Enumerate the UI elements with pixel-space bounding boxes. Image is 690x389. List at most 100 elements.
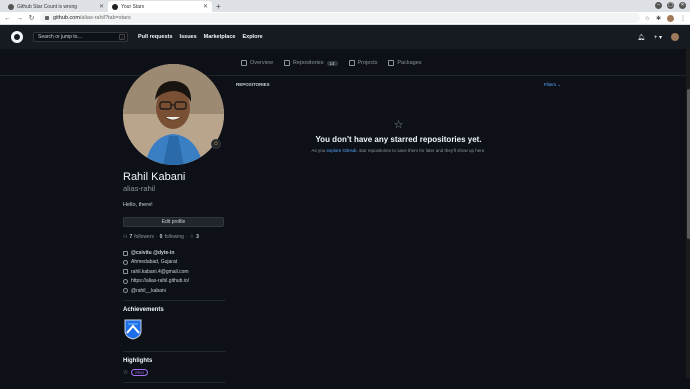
highlights-title: Highlights: [123, 357, 153, 364]
profile-name: Rahil Kabani: [123, 171, 186, 183]
back-icon[interactable]: ←: [4, 15, 11, 22]
following-label[interactable]: following: [164, 234, 183, 240]
detail-email: rahil.kabani.4@gmail.com: [123, 269, 226, 275]
location-text: Ahmedabad, Gujarat: [131, 259, 178, 266]
highlight-pro: ☆ PRO: [123, 368, 226, 376]
profile-avatar[interactable]: [123, 64, 224, 165]
repo-icon: [283, 60, 290, 66]
search-placeholder: Search or jump to…: [38, 34, 83, 40]
detail-website: https://alias-rahil.github.io/: [123, 278, 226, 284]
empty-prefix: As you: [311, 148, 326, 153]
page-scrollbar[interactable]: [686, 49, 690, 378]
edit-profile-button[interactable]: Edit profile: [123, 217, 224, 227]
github-logo-icon[interactable]: [11, 31, 23, 43]
profile-details: @csivitu @dyte-in Ahmedabad, Gujarat rah…: [123, 250, 226, 294]
tab-repositories[interactable]: Repositories 14: [283, 60, 338, 66]
empty-description: As you explore GitHub, star repositories…: [236, 148, 561, 153]
search-input[interactable]: Search or jump to… /: [33, 32, 128, 42]
extensions-icon[interactable]: ✱: [656, 15, 661, 22]
browser-menu-icon[interactable]: ⋮: [680, 15, 686, 22]
detail-twitter: @rahil__kabani: [123, 288, 226, 294]
star-outline-icon: ☆: [393, 119, 404, 131]
tab-label: Overview: [250, 60, 273, 66]
empty-state: ☆ You don’t have any starred repositorie…: [236, 118, 561, 153]
mail-icon: [123, 269, 128, 275]
stars-panel: REPOSITORIES Filters ⌄ ☆ You don’t have …: [236, 82, 561, 153]
tab-label: Packages: [397, 60, 422, 66]
header-nav: Pull requests Issues Marketplace Explore: [138, 34, 263, 40]
close-tab-icon[interactable]: ✕: [99, 3, 104, 10]
notifications-bell-icon[interactable]: 🔔︎: [637, 34, 645, 41]
profile-tab-bar: Overview Repositories 14 Projects Packag…: [0, 49, 690, 76]
new-tab-button[interactable]: +: [216, 1, 221, 12]
followers-label[interactable]: followers: [134, 234, 154, 240]
nav-issues[interactable]: Issues: [180, 34, 197, 40]
github-favicon-icon: [112, 3, 118, 10]
explore-github-link[interactable]: explore GitHub: [326, 148, 356, 153]
github-header: Search or jump to… / Pull requests Issue…: [0, 25, 690, 49]
repo-count-badge: 14: [326, 60, 338, 66]
package-icon: [388, 60, 395, 66]
people-icon: ⚇: [123, 234, 128, 240]
organization-icon: [123, 250, 128, 256]
achievements-title: Achievements: [123, 306, 164, 313]
tab-label: Repositories: [292, 60, 324, 66]
tab-packages[interactable]: Packages: [388, 60, 422, 66]
dot-separator: ·: [156, 234, 158, 240]
nav-marketplace[interactable]: Marketplace: [204, 34, 236, 40]
browser-profile-avatar[interactable]: [667, 14, 674, 22]
close-window-icon[interactable]: ✕: [679, 2, 686, 9]
browser-tab-strip: Github Star Count is wrong ✕ Your Stars …: [0, 0, 690, 12]
bookmark-star-icon[interactable]: ☆: [645, 15, 650, 22]
profile-sidebar: Rahil Kabani alias-rahil Hello, there! E…: [123, 64, 226, 389]
stars-count[interactable]: 3: [196, 234, 199, 240]
website-link[interactable]: https://alias-rahil.github.io/: [131, 278, 189, 284]
close-tab-icon[interactable]: ✕: [203, 3, 208, 10]
divider: [123, 299, 226, 301]
star-icon: ☆: [189, 234, 195, 240]
nav-explore[interactable]: Explore: [242, 34, 262, 40]
detail-location: Ahmedabad, Gujarat: [123, 259, 226, 265]
filters-dropdown[interactable]: Filters ⌄: [544, 82, 561, 88]
user-avatar-menu[interactable]: [671, 33, 679, 41]
twitter-icon: [123, 288, 128, 294]
divider: [123, 381, 226, 383]
profile-bio: Hello, there!: [123, 202, 153, 208]
pro-badge: PRO: [131, 368, 149, 376]
address-bar[interactable]: github.com/alias-rahil?tab=stars: [40, 13, 640, 23]
star-icon: ☆: [123, 369, 129, 376]
chevron-down-icon: ⌄: [557, 82, 561, 87]
tab-title: Github Star Count is wrong: [17, 3, 78, 10]
reload-icon[interactable]: ↻: [28, 14, 35, 22]
url-path: /alias-rahil?tab=stars: [79, 15, 131, 21]
tab-title: Your Stars: [121, 3, 145, 10]
organization-text[interactable]: @csivitu @dyte-in: [131, 250, 174, 256]
section-label: REPOSITORIES: [236, 82, 270, 87]
detail-organization: @csivitu @dyte-in: [123, 250, 226, 256]
status-emoji-icon[interactable]: ☺: [211, 139, 221, 149]
search-shortcut-key: /: [119, 34, 125, 40]
tab-projects[interactable]: Projects: [348, 60, 377, 66]
browser-tab-active[interactable]: Your Stars ✕: [108, 1, 212, 12]
location-icon: [123, 259, 128, 265]
twitter-link[interactable]: @rahil__kabani: [131, 288, 166, 294]
achievement-badge-icon[interactable]: [123, 319, 143, 340]
project-icon: [348, 60, 355, 66]
followers-count[interactable]: 7: [129, 234, 132, 240]
empty-title: You don’t have any starred repositories …: [315, 135, 482, 144]
tab-overview[interactable]: Overview: [241, 60, 273, 66]
favicon-icon: [8, 3, 14, 10]
profile-login: alias-rahil: [123, 184, 156, 193]
link-icon: [123, 278, 128, 284]
nav-pull-requests[interactable]: Pull requests: [138, 34, 173, 40]
forward-icon[interactable]: →: [16, 15, 23, 22]
create-new-plus-icon[interactable]: + ▾: [654, 34, 662, 41]
minimize-icon[interactable]: –: [655, 2, 662, 9]
browser-tab[interactable]: Github Star Count is wrong ✕: [4, 1, 108, 12]
empty-suffix: , star repositories to save them for lat…: [356, 148, 486, 153]
dot-separator: ·: [185, 234, 188, 240]
maximize-icon[interactable]: ▢: [667, 2, 674, 9]
lock-icon: [45, 16, 49, 20]
email-link[interactable]: rahil.kabani.4@gmail.com: [131, 269, 189, 275]
following-count[interactable]: 0: [160, 234, 163, 240]
